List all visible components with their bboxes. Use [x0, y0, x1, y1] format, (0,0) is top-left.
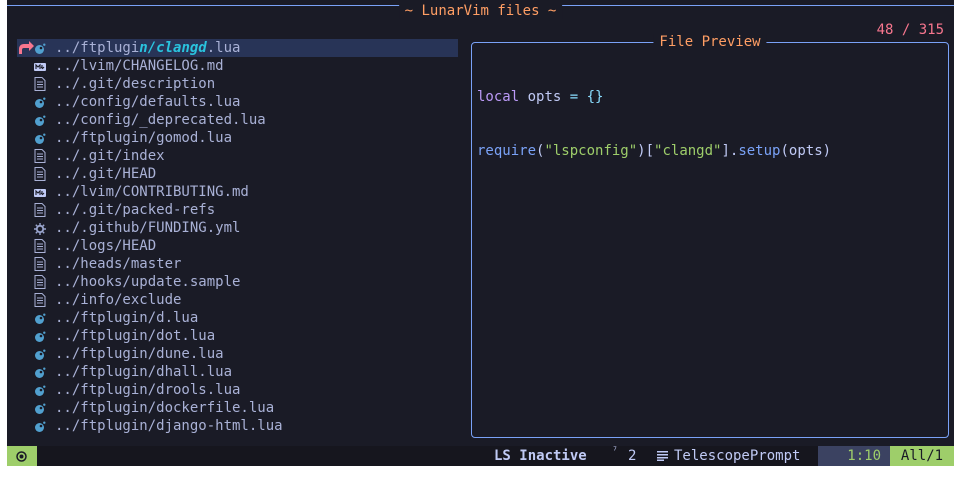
lua-file-icon	[34, 330, 46, 342]
result-item[interactable]: ../ftplugin/dhall.lua	[17, 363, 458, 381]
window-title: ~ LunarVim files ~	[398, 3, 563, 19]
result-text-match: n/clangd	[139, 40, 207, 56]
result-text-post: .lua	[206, 40, 241, 56]
result-item-selected[interactable]: ../ftplugin/clangd.lua	[17, 39, 458, 57]
result-item[interactable]: ../.git/packed-refs	[17, 201, 458, 219]
result-item[interactable]: ../config/defaults.lua	[17, 93, 458, 111]
result-item[interactable]: ../ftplugin/dot.lua	[17, 327, 458, 345]
result-item[interactable]: ../config/_deprecated.lua	[17, 111, 458, 129]
file-icon	[34, 77, 46, 91]
result-path: ../.github/FUNDING.yml	[55, 220, 241, 236]
prompt-input[interactable]: >> clangd	[17, 21, 146, 56]
cursor-position: 1:10	[818, 446, 890, 466]
result-item[interactable]: ../heads/master	[17, 255, 458, 273]
terminal-window: ~ LunarVim files ~ >> clangd 48 / 315 ..…	[7, 0, 954, 466]
code-line-2: require("lspconfig")["clangd"].setup(opt…	[477, 143, 832, 159]
markdown-file-icon	[34, 60, 46, 72]
selection-caret-icon	[17, 40, 34, 56]
filetype-label: TelescopePrompt	[674, 448, 801, 464]
preview-title: File Preview	[653, 34, 767, 50]
result-path: ../ftplugin/django-html.lua	[55, 418, 283, 434]
result-item[interactable]: ../info/exclude	[17, 291, 458, 309]
result-path: ../ftplugin/d.lua	[55, 310, 199, 326]
mode-circle-icon	[16, 451, 27, 462]
result-path: ../hooks/update.sample	[55, 274, 241, 290]
file-icon	[34, 149, 46, 163]
result-path: ../.git/packed-refs	[55, 202, 216, 218]
lsp-status: LS Inactive	[494, 448, 587, 464]
result-path: ../lvim/CHANGELOG.md	[55, 58, 224, 74]
status-line: LS Inactive ⁷ 2 TelescopePrompt 1:10 All…	[7, 446, 954, 466]
result-path: ../ftplugin/dhall.lua	[55, 364, 233, 380]
file-icon	[34, 167, 46, 181]
file-icon	[34, 275, 46, 289]
result-path: ../heads/master	[55, 256, 182, 272]
result-path: ../ftplugin/dune.lua	[55, 346, 224, 362]
preview-code: local opts = {} require("lspconfig")["cl…	[477, 52, 831, 196]
lua-file-icon	[34, 312, 46, 324]
result-item[interactable]: ../.git/description	[17, 75, 458, 93]
result-counter: 48 / 315	[876, 22, 944, 38]
result-path: ../info/exclude	[55, 292, 182, 308]
result-path: ../ftplugin/dot.lua	[55, 328, 216, 344]
result-item[interactable]: ../.github/FUNDING.yml	[17, 219, 458, 237]
file-icon	[34, 203, 46, 217]
markdown-file-icon	[34, 186, 46, 198]
result-text-pre: ../ftplugi	[55, 40, 140, 56]
result-item[interactable]: ../ftplugin/d.lua	[17, 309, 458, 327]
result-item[interactable]: ../ftplugin/dune.lua	[17, 345, 458, 363]
lua-file-icon	[34, 420, 46, 432]
code-line-1: local opts = {}	[477, 89, 604, 105]
scroll-percent: All/1	[890, 446, 954, 466]
result-item[interactable]: ../lvim/CHANGELOG.md	[17, 57, 458, 75]
lua-file-icon	[34, 366, 46, 378]
result-path: ../ftplugin/dockerfile.lua	[55, 400, 275, 416]
result-path: ../ftplugin/gomod.lua	[55, 130, 233, 146]
result-path: ../lvim/CONTRIBUTING.md	[55, 184, 249, 200]
result-item[interactable]: ../.git/index	[17, 147, 458, 165]
results-list: ../ftplugin/clangd.lua ../lvim/CHANGELOG.…	[17, 39, 458, 435]
result-item[interactable]: ../ftplugin/django-html.lua	[17, 417, 458, 435]
lines-icon	[657, 451, 668, 461]
lua-file-icon	[34, 114, 46, 126]
result-path: ../.git/HEAD	[55, 166, 157, 182]
result-path: ../.git/index	[55, 148, 165, 164]
result-item[interactable]: ../lvim/CONTRIBUTING.md	[17, 183, 458, 201]
result-item[interactable]: ../ftplugin/dockerfile.lua	[17, 399, 458, 417]
mode-indicator	[7, 446, 37, 466]
result-path: ../.git/description	[55, 76, 216, 92]
file-icon	[34, 293, 46, 307]
result-item[interactable]: ../logs/HEAD	[17, 237, 458, 255]
diagnostic-superscript: ⁷	[612, 446, 619, 457]
result-item[interactable]: ../ftplugin/gomod.lua	[17, 129, 458, 147]
result-item[interactable]: ../.git/HEAD	[17, 165, 458, 183]
lua-file-icon	[34, 42, 46, 54]
diagnostic-count: 2	[628, 448, 637, 464]
lua-file-icon	[34, 96, 46, 108]
result-item[interactable]: ../hooks/update.sample	[17, 273, 458, 291]
result-path: ../config/_deprecated.lua	[55, 112, 266, 128]
lua-file-icon	[34, 384, 46, 396]
file-icon	[34, 257, 46, 271]
result-path: ../ftplugin/drools.lua	[55, 382, 241, 398]
file-preview-panel: File Preview local opts = {} require("ls…	[471, 34, 949, 438]
lua-file-icon	[34, 348, 46, 360]
result-path: ../logs/HEAD	[55, 238, 157, 254]
gear-icon	[34, 222, 46, 235]
lua-file-icon	[34, 402, 46, 414]
lua-file-icon	[34, 132, 46, 144]
result-item[interactable]: ../ftplugin/drools.lua	[17, 381, 458, 399]
result-path: ../config/defaults.lua	[55, 94, 241, 110]
file-icon	[34, 239, 46, 253]
